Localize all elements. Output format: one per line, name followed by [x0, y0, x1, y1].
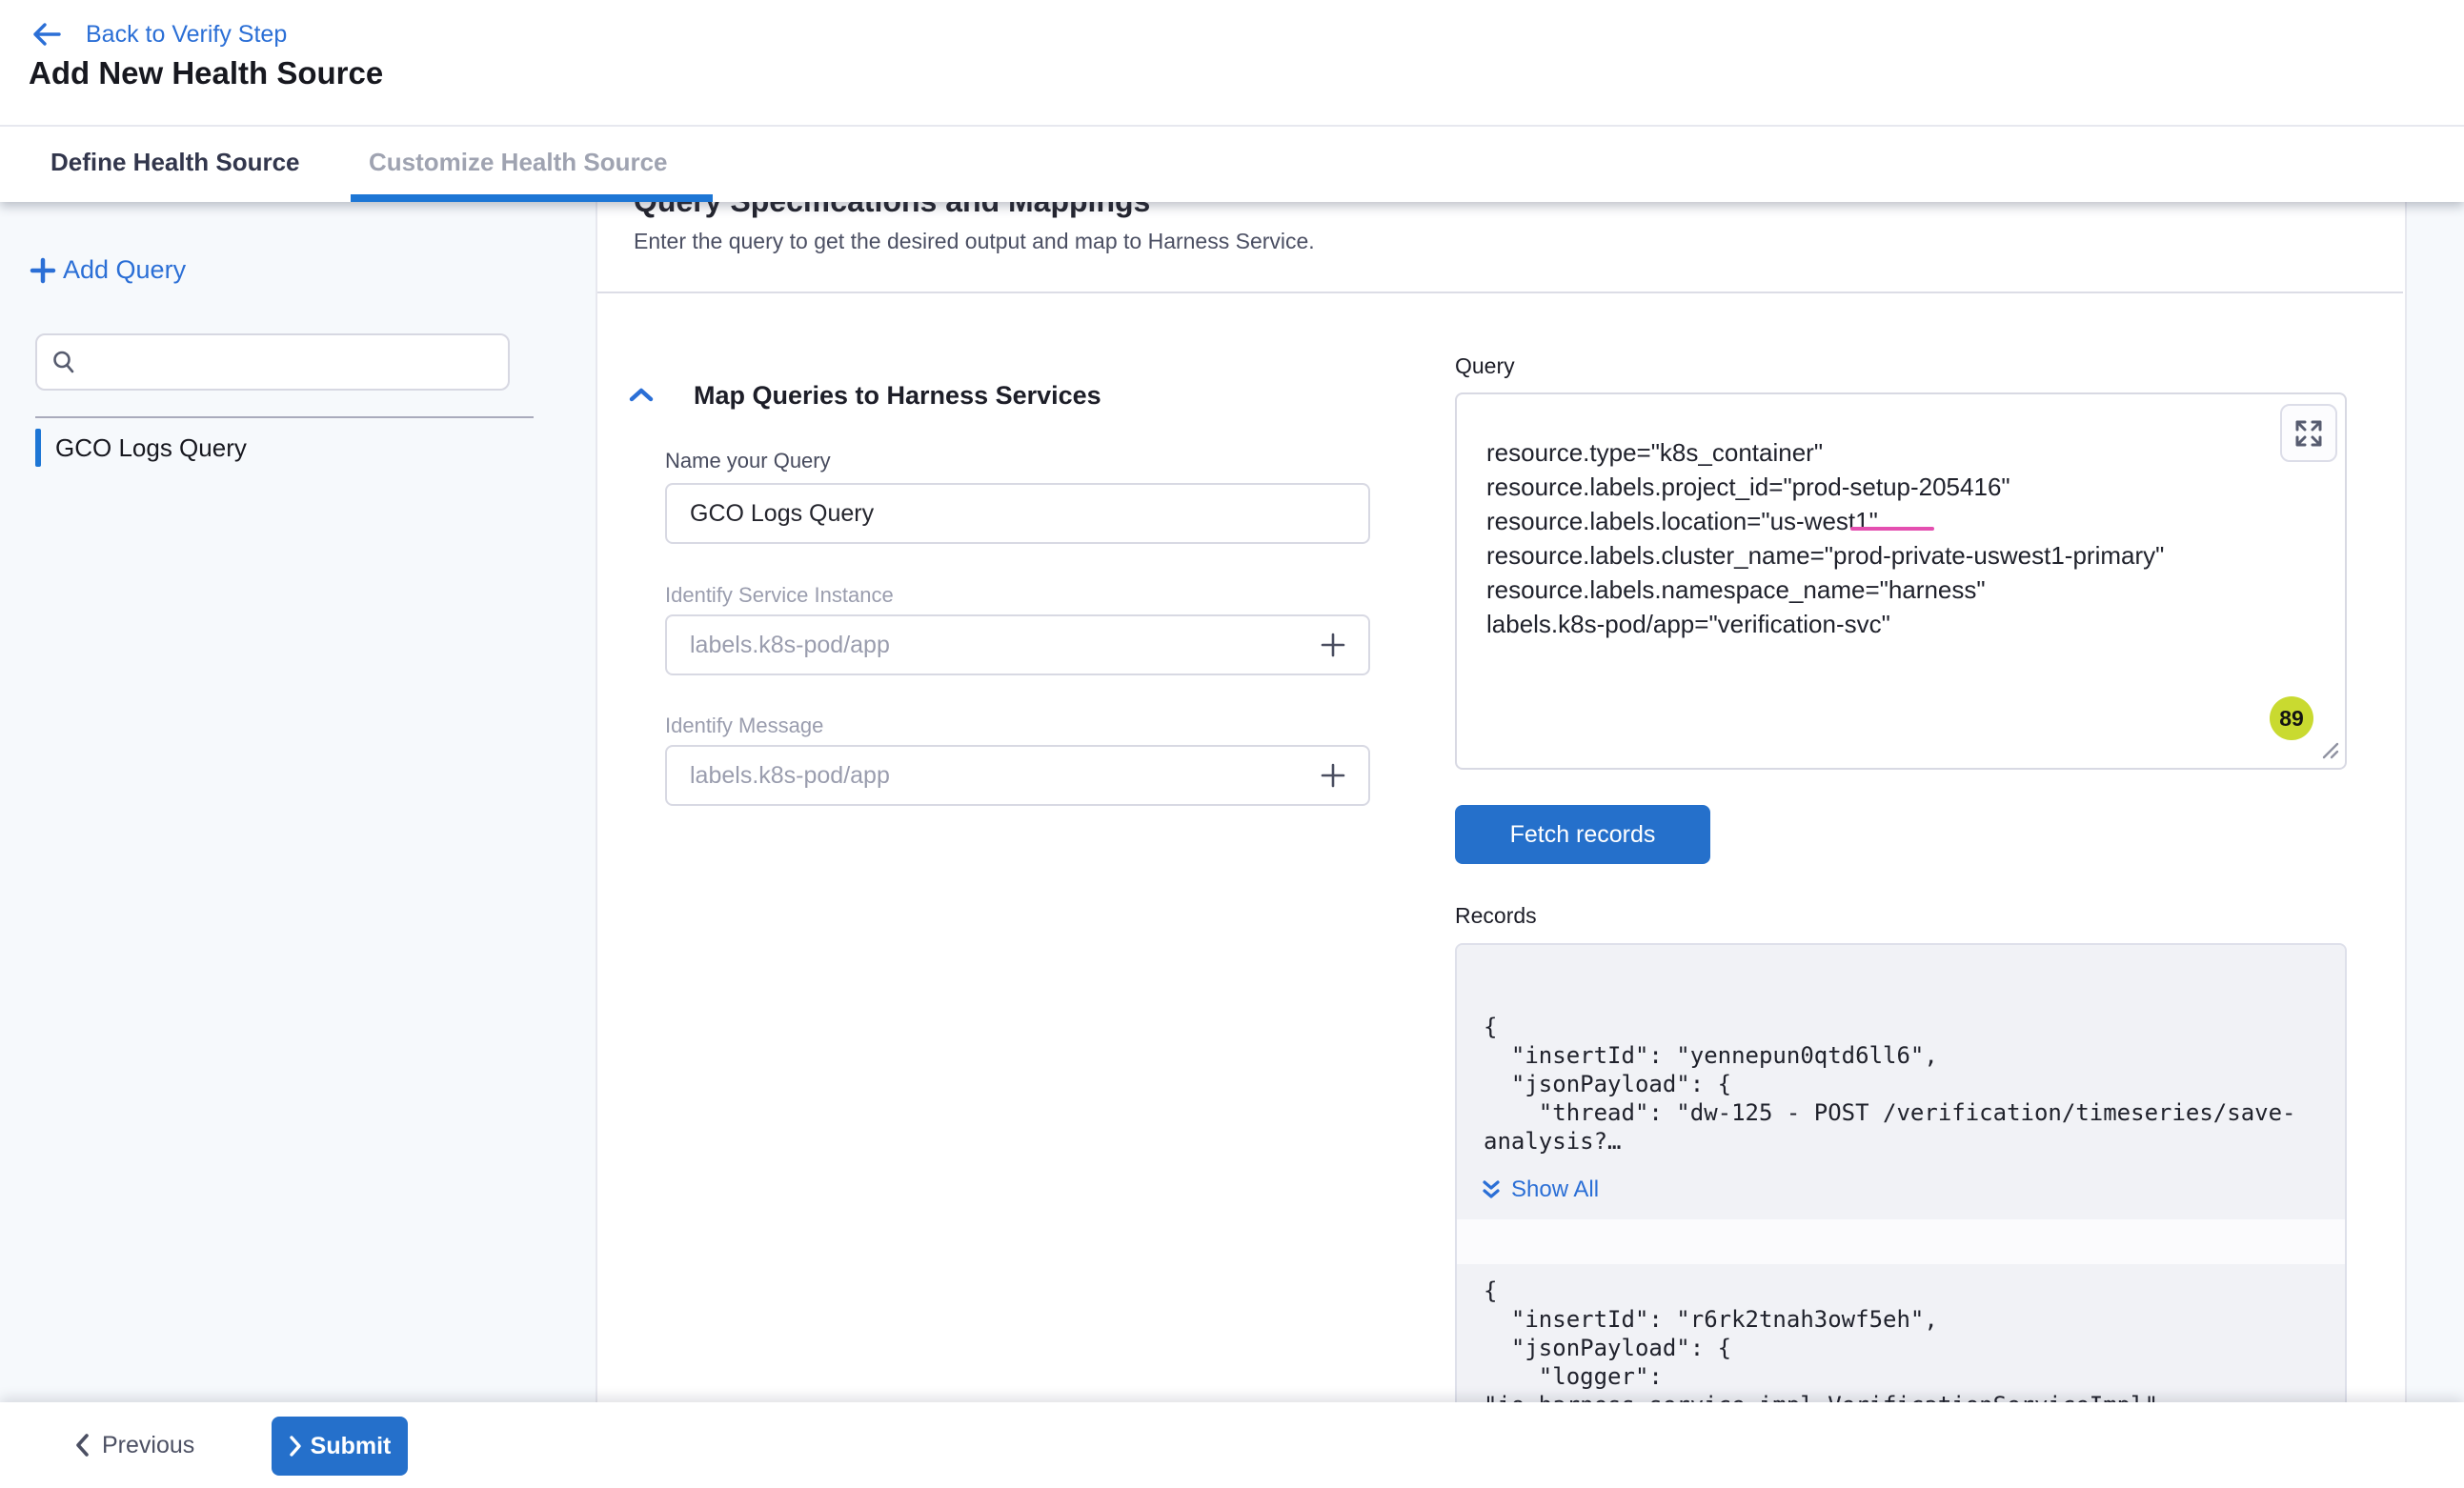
fetch-records-button[interactable]: Fetch records: [1455, 805, 1710, 864]
show-all-label: Show All: [1511, 1176, 1599, 1203]
add-query-label: Add Query: [63, 255, 186, 285]
resize-handle-icon[interactable]: [2316, 736, 2339, 764]
add-query-button[interactable]: Add Query: [29, 255, 186, 285]
identify-service-instance-label: Identify Service Instance: [665, 583, 894, 608]
map-queries-title: Map Queries to Harness Services: [694, 381, 1101, 411]
footer-bar: Previous Submit: [0, 1402, 2464, 1488]
submit-label: Submit: [311, 1433, 392, 1460]
submit-button[interactable]: Submit: [272, 1417, 408, 1476]
back-arrow-icon: [32, 22, 61, 47]
message-input[interactable]: [688, 761, 1319, 791]
query-text: resource.type="k8s_container"resource.la…: [1486, 435, 2164, 641]
expand-query-button[interactable]: [2280, 404, 2337, 462]
wizard-tab-bar: Define Health Source Customize Health So…: [0, 125, 2464, 202]
search-icon: [50, 349, 77, 375]
add-message-plus-icon[interactable]: [1319, 761, 1347, 790]
query-name-input[interactable]: [688, 499, 1347, 529]
back-to-verify-step-link[interactable]: Back to Verify Step: [32, 13, 287, 55]
add-health-source-page: Query Specifications and Mappings Enter …: [0, 0, 2464, 1488]
tab-define-health-source[interactable]: Define Health Source: [50, 148, 300, 177]
suggestion-count-badge[interactable]: 89: [2270, 696, 2313, 740]
page-header: Back to Verify Step Add New Health Sourc…: [0, 0, 2464, 127]
add-service-instance-plus-icon[interactable]: [1319, 631, 1347, 659]
identify-message-label: Identify Message: [665, 714, 823, 738]
section-subtitle: Enter the query to get the desired outpu…: [634, 229, 1315, 254]
selected-indicator-bar: [35, 429, 41, 467]
search-input[interactable]: [87, 348, 495, 376]
back-link-label: Back to Verify Step: [86, 21, 287, 49]
page-title: Add New Health Source: [29, 55, 383, 91]
sidebar-divider: [35, 416, 534, 418]
name-your-query-label: Name your Query: [665, 449, 831, 473]
active-tab-underline: [351, 194, 713, 202]
record-json: { "insertId": "r6rk2tnah3owf5eh", "jsonP…: [1484, 1277, 2158, 1419]
double-chevron-down-icon: [1481, 1177, 1502, 1202]
query-label: Query: [1455, 353, 1515, 379]
chevron-left-icon: [74, 1433, 91, 1458]
section-divider: [597, 292, 2403, 293]
previous-label: Previous: [102, 1432, 194, 1459]
records-label: Records: [1455, 903, 1537, 929]
record-item[interactable]: { "insertId": "yennepun0qtd6ll6", "jsonP…: [1457, 945, 2345, 1219]
query-name-field[interactable]: [665, 483, 1370, 544]
spellcheck-underline: [1850, 527, 1934, 531]
chevron-up-icon[interactable]: [629, 386, 654, 407]
message-field[interactable]: [665, 745, 1370, 806]
query-search-box[interactable]: [35, 333, 510, 391]
previous-button[interactable]: Previous: [74, 1402, 194, 1488]
sidebar-item-gco-logs-query[interactable]: GCO Logs Query: [35, 429, 247, 467]
record-json: { "insertId": "yennepun0qtd6ll6", "jsonP…: [1484, 1013, 2296, 1156]
query-textarea[interactable]: resource.type="k8s_container"resource.la…: [1455, 392, 2347, 770]
service-instance-field[interactable]: [665, 614, 1370, 675]
service-instance-input[interactable]: [688, 631, 1319, 660]
query-item-label: GCO Logs Query: [55, 433, 247, 463]
chevron-right-icon: [289, 1436, 302, 1457]
show-all-link[interactable]: Show All: [1481, 1176, 1599, 1203]
fullscreen-expand-icon: [2292, 416, 2326, 451]
plus-icon: [29, 256, 57, 285]
tab-customize-health-source[interactable]: Customize Health Source: [369, 148, 668, 177]
